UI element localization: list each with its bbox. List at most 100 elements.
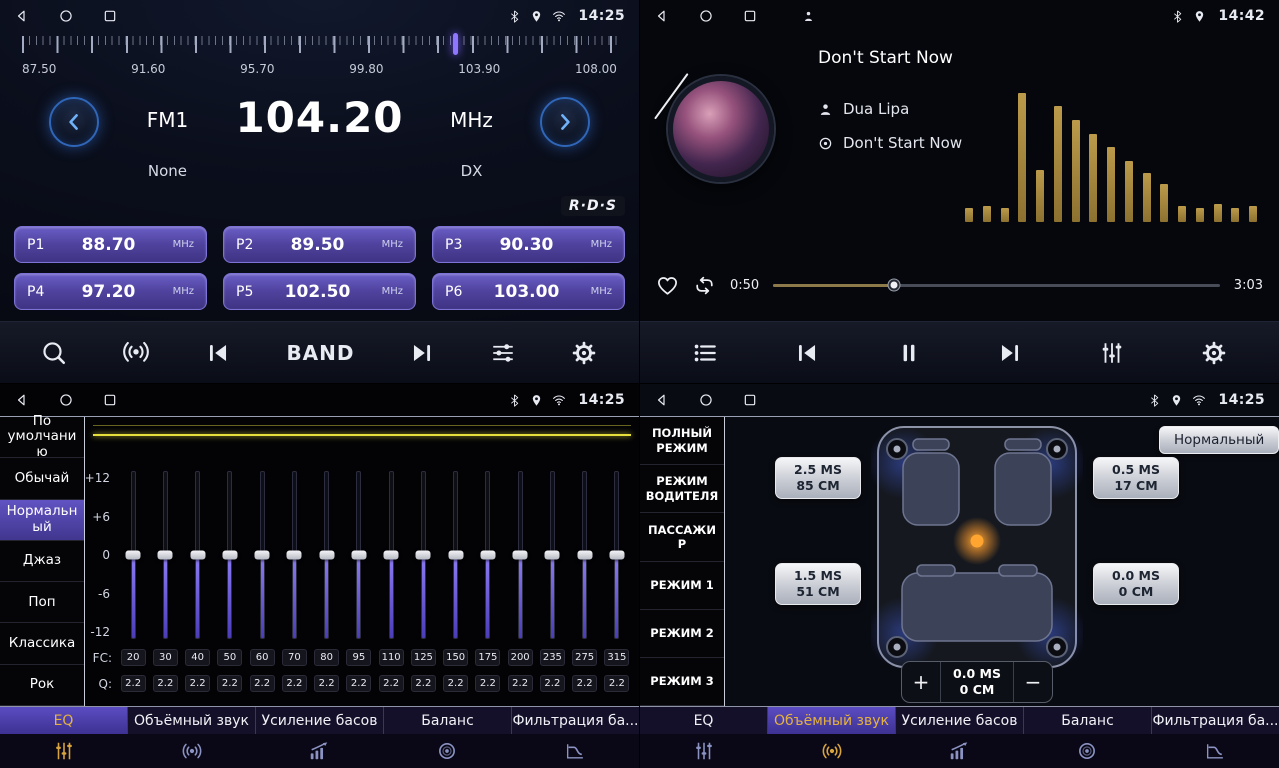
slider-handle[interactable]: [351, 551, 366, 560]
preset-button[interactable]: P1 88.70 MHz: [14, 226, 207, 263]
eq-preset-item[interactable]: Классика: [0, 623, 84, 664]
filter-tab-icon[interactable]: [1151, 740, 1279, 762]
slider-track[interactable]: [260, 471, 265, 639]
broadcast-button[interactable]: [122, 339, 150, 367]
surround-tab-icon[interactable]: [768, 740, 896, 762]
audio-tab[interactable]: Объёмный звук: [128, 707, 256, 734]
preset-button[interactable]: P6 103.00 MHz: [432, 273, 625, 310]
slider-track[interactable]: [195, 471, 200, 639]
home-button[interactable]: [698, 8, 714, 24]
preset-button[interactable]: P5 102.50 MHz: [223, 273, 416, 310]
slider-handle[interactable]: [416, 551, 431, 560]
back-button[interactable]: [654, 8, 670, 24]
slider-track[interactable]: [453, 471, 458, 639]
preset-button[interactable]: P4 97.20 MHz: [14, 273, 207, 310]
eq-band-slider[interactable]: [214, 471, 246, 639]
eq-band-slider[interactable]: [440, 471, 472, 639]
slider-handle[interactable]: [319, 551, 334, 560]
frequency-scale[interactable]: 87.5091.6095.7099.80103.90108.00: [22, 36, 617, 84]
scan-button[interactable]: [41, 340, 67, 366]
slider-handle[interactable]: [448, 551, 463, 560]
slider-handle[interactable]: [222, 551, 237, 560]
eq-band-slider[interactable]: [504, 471, 536, 639]
slider-handle[interactable]: [158, 551, 173, 560]
bass-boost-tab-icon[interactable]: [256, 740, 384, 762]
slider-track[interactable]: [485, 471, 490, 639]
audio-tab[interactable]: Усиление басов: [256, 707, 384, 734]
slider-track[interactable]: [163, 471, 168, 639]
rear-left-delay-button[interactable]: 1.5 MS 51 CM: [775, 563, 861, 605]
slider-track[interactable]: [582, 471, 587, 639]
eq-preset-item[interactable]: По умолчанию: [0, 417, 84, 458]
slider-handle[interactable]: [287, 551, 302, 560]
eq-preset-item[interactable]: Обычай: [0, 458, 84, 499]
eq-preset-item[interactable]: Поп: [0, 582, 84, 623]
balance-tab-icon[interactable]: [383, 740, 511, 762]
slider-track[interactable]: [356, 471, 361, 639]
back-button[interactable]: [14, 8, 30, 24]
slider-handle[interactable]: [255, 551, 270, 560]
back-button[interactable]: [14, 392, 30, 408]
slider-track[interactable]: [227, 471, 232, 639]
slider-handle[interactable]: [480, 551, 495, 560]
audio-tab[interactable]: EQ: [640, 707, 768, 734]
playlist-button[interactable]: [692, 340, 718, 366]
balance-tab-icon[interactable]: [1023, 740, 1151, 762]
recents-button[interactable]: [742, 392, 758, 408]
slider-handle[interactable]: [545, 551, 560, 560]
listening-mode-item[interactable]: ПАССАЖИР: [640, 513, 724, 561]
eq-preset-item[interactable]: Нормальный: [0, 500, 84, 541]
seek-bar[interactable]: [773, 284, 1220, 287]
recents-button[interactable]: [742, 8, 758, 24]
repeat-button[interactable]: [693, 274, 716, 297]
home-button[interactable]: [698, 392, 714, 408]
eq-band-slider[interactable]: [149, 471, 181, 639]
slider-track[interactable]: [131, 471, 136, 639]
previous-station-button[interactable]: [205, 340, 231, 366]
recents-button[interactable]: [102, 392, 118, 408]
listening-mode-item[interactable]: РЕЖИМ 1: [640, 562, 724, 610]
eq-preset-item[interactable]: Джаз: [0, 541, 84, 582]
listening-mode-item[interactable]: РЕЖИМ ВОДИТЕЛЯ: [640, 465, 724, 513]
slider-handle[interactable]: [577, 551, 592, 560]
bass-boost-tab-icon[interactable]: [896, 740, 1024, 762]
decrease-delay-button[interactable]: −: [1014, 662, 1052, 702]
recents-button[interactable]: [102, 8, 118, 24]
audio-tab[interactable]: Усиление басов: [896, 707, 1024, 734]
preset-button[interactable]: P3 90.30 MHz: [432, 226, 625, 263]
eq-band-slider[interactable]: [536, 471, 568, 639]
listening-mode-item[interactable]: РЕЖИМ 2: [640, 610, 724, 658]
audio-tab[interactable]: Баланс: [384, 707, 512, 734]
eq-band-slider[interactable]: [407, 471, 439, 639]
slider-handle[interactable]: [190, 551, 205, 560]
next-track-button[interactable]: [997, 340, 1023, 366]
audio-tab[interactable]: Баланс: [1024, 707, 1152, 734]
slider-track[interactable]: [614, 471, 619, 639]
eq-band-slider[interactable]: [182, 471, 214, 639]
eq-band-slider[interactable]: [117, 471, 149, 639]
slider-handle[interactable]: [384, 551, 399, 560]
eq-band-slider[interactable]: [375, 471, 407, 639]
slider-track[interactable]: [550, 471, 555, 639]
eq-band-slider[interactable]: [278, 471, 310, 639]
band-button[interactable]: BAND: [286, 341, 354, 365]
pause-button[interactable]: [896, 340, 922, 366]
tune-down-button[interactable]: [49, 97, 99, 147]
listening-mode-item[interactable]: РЕЖИМ 3: [640, 658, 724, 706]
slider-track[interactable]: [518, 471, 523, 639]
audio-tab[interactable]: Объёмный звук: [768, 707, 896, 734]
eq-band-slider[interactable]: [246, 471, 278, 639]
slider-handle[interactable]: [609, 551, 624, 560]
favorite-button[interactable]: [656, 274, 679, 297]
eq-preset-item[interactable]: Рок: [0, 665, 84, 706]
slider-handle[interactable]: [126, 551, 141, 560]
increase-delay-button[interactable]: +: [902, 662, 940, 702]
listening-mode-item[interactable]: ПОЛНЫЙ РЕЖИМ: [640, 417, 724, 465]
back-button[interactable]: [654, 392, 670, 408]
eq-band-slider[interactable]: [601, 471, 633, 639]
eq-band-slider[interactable]: [311, 471, 343, 639]
audio-tab[interactable]: EQ: [0, 707, 128, 734]
front-right-delay-button[interactable]: 0.5 MS 17 CM: [1093, 457, 1179, 499]
audio-tab[interactable]: Фильтрация ба...: [512, 707, 639, 734]
rear-right-delay-button[interactable]: 0.0 MS 0 CM: [1093, 563, 1179, 605]
